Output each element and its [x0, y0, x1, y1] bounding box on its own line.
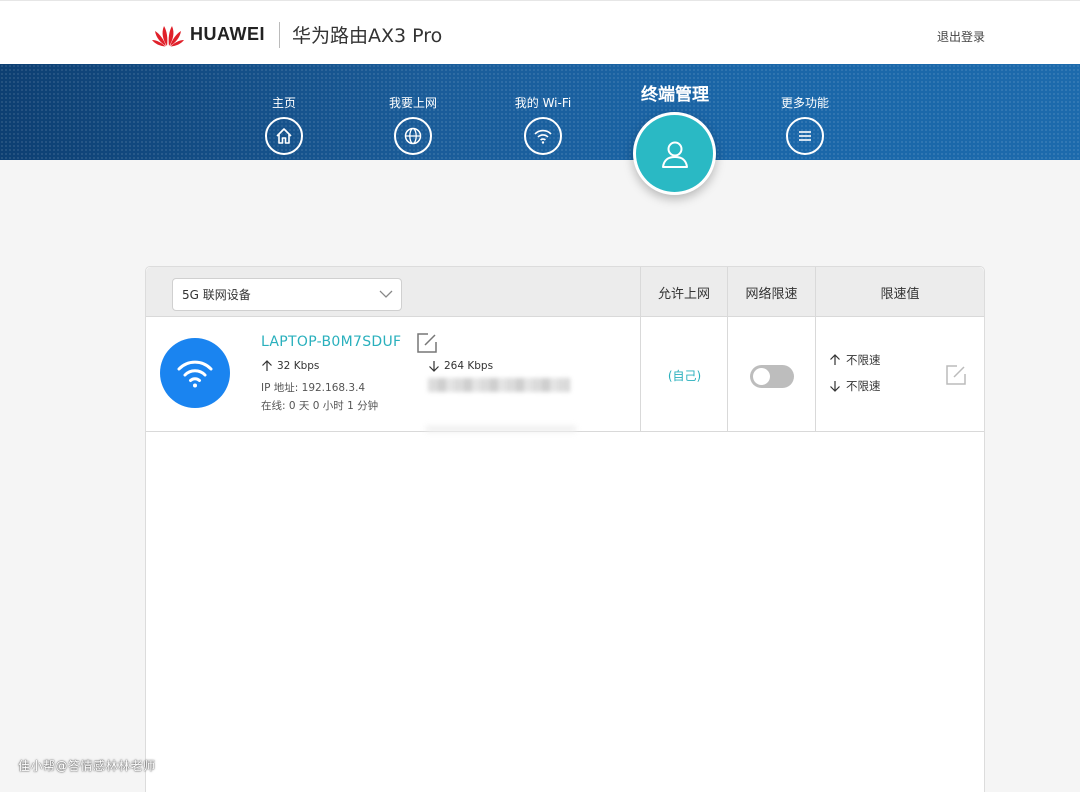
device-ip: IP 地址: 192.168.3.4 — [261, 382, 366, 394]
nav-home[interactable]: 主页 — [263, 94, 305, 155]
globe-icon — [394, 117, 432, 155]
arrow-up-icon — [830, 354, 840, 365]
watermark: 佳小帮@答情感林林老师 — [18, 759, 156, 773]
nav-internet[interactable]: 我要上网 — [385, 94, 441, 155]
device-name: LAPTOP-B0M7SDUF — [261, 334, 402, 350]
nav-internet-label: 我要上网 — [388, 96, 437, 110]
device-filter-value: 5G 联网设备 — [182, 288, 251, 302]
huawei-logo: HUAWEI 华为路由AX3 Pro — [152, 21, 442, 48]
edit-name-icon[interactable] — [416, 332, 438, 354]
upload-rate: 32 Kbps — [261, 360, 319, 372]
device-online-time: 在线: 0 天 0 小时 1 分钟 — [261, 400, 379, 412]
limit-upload: 不限速 — [829, 352, 881, 368]
home-icon — [265, 117, 303, 155]
device-wifi-icon — [160, 338, 230, 408]
arrow-down-icon — [429, 361, 439, 372]
download-rate: 264 Kbps — [428, 360, 493, 372]
nav-wifi-label: 我的 Wi-Fi — [514, 96, 572, 110]
limit-upload-value: 不限速 — [846, 353, 881, 367]
limit-download: 不限速 — [829, 378, 881, 394]
user-icon — [661, 141, 688, 168]
chevron-down-icon — [379, 290, 393, 298]
logo-divider — [279, 21, 280, 48]
table-row: LAPTOP-B0M7SDUF 32 Kbps 264 Kbps IP 地址: … — [146, 318, 984, 432]
header-allow-internet: 允许上网 — [657, 286, 710, 302]
huawei-petal-icon — [152, 25, 184, 46]
edit-limit-icon[interactable] — [945, 364, 967, 386]
header-limit-value: 限速值 — [880, 286, 920, 302]
top-bar: HUAWEI 华为路由AX3 Pro 退出登录 — [0, 0, 1080, 64]
nav-devices[interactable] — [633, 112, 716, 195]
nav-more-label: 更多功能 — [780, 96, 829, 110]
arrow-down-icon — [830, 381, 840, 392]
speed-limit-toggle[interactable] — [750, 365, 794, 388]
device-filter-select[interactable]: 5G 联网设备 — [172, 278, 402, 311]
nav-devices-label[interactable]: 终端管理 — [624, 80, 726, 105]
upload-value: 32 Kbps — [277, 360, 320, 372]
limit-download-value: 不限速 — [846, 379, 881, 393]
access-status: (自己) — [667, 368, 702, 383]
product-name: 华为路由AX3 Pro — [292, 25, 443, 47]
arrow-up-icon — [262, 360, 272, 371]
download-value: 264 Kbps — [444, 360, 494, 372]
wifi-icon — [524, 117, 562, 155]
redacted-info — [428, 378, 570, 392]
logout-link[interactable]: 退出登录 — [937, 28, 985, 45]
nav-wifi[interactable]: 我的 Wi-Fi — [509, 94, 577, 155]
device-table: 5G 联网设备 允许上网 网络限速 限速值 LAPTOP-B0M7SDUF 32… — [145, 266, 985, 792]
menu-icon — [786, 117, 824, 155]
nav-more[interactable]: 更多功能 — [777, 94, 833, 155]
brand-name: HUAWEI — [190, 24, 265, 44]
nav-home-label: 主页 — [271, 96, 296, 110]
header-speed-limit: 网络限速 — [745, 286, 798, 302]
redacted-info — [426, 426, 576, 432]
